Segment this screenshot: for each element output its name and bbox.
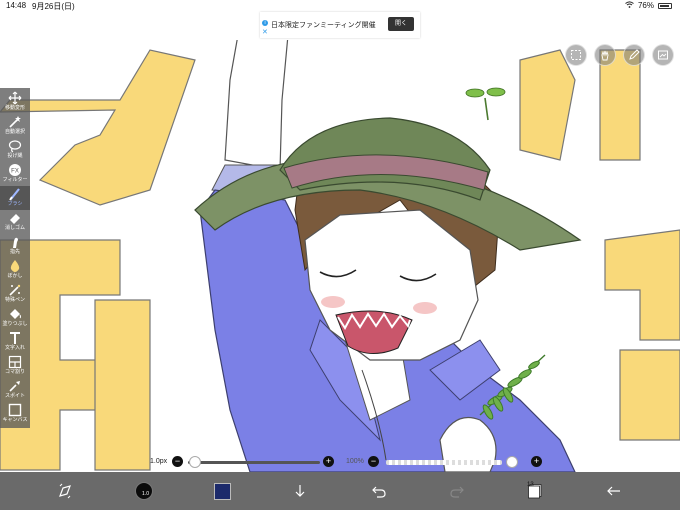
tool-smudge[interactable]: 指先: [0, 234, 30, 258]
raised-arm: [224, 40, 289, 171]
tool-label: 自動選択: [4, 129, 25, 135]
text-tool-icon: [10, 332, 20, 344]
artwork: [0, 40, 680, 472]
bottom-toolbar: 1.0 13: [0, 472, 680, 510]
svg-text:FX: FX: [11, 169, 19, 175]
ad-open-button[interactable]: 開く: [388, 17, 414, 31]
brush-icon: [9, 188, 20, 201]
tool-blur[interactable]: ぼかし: [0, 258, 30, 282]
battery-icon: [658, 2, 672, 9]
canvas-top-tools: [565, 44, 674, 66]
filter-fx-icon: FX: [9, 164, 21, 176]
opacity-slider-knob[interactable]: [506, 456, 518, 468]
opacity-slider-track[interactable]: [386, 460, 502, 465]
status-time: 14:48: [6, 1, 27, 10]
tool-eraser[interactable]: 消しゴム: [0, 210, 30, 234]
hand-icon[interactable]: [594, 44, 616, 66]
blur-drop-icon: [10, 260, 20, 272]
status-date: 9月26日(日): [32, 2, 75, 11]
layers-icon[interactable]: 13: [522, 478, 548, 504]
tool-special-pen[interactable]: 特殊ペン: [0, 282, 30, 306]
eraser-icon: [10, 214, 20, 224]
size-increase-button[interactable]: +: [323, 456, 334, 467]
opacity-decrease-button[interactable]: −: [368, 456, 379, 467]
move-icon: [8, 91, 22, 105]
magic-wand-icon: [9, 116, 21, 128]
close-icon[interactable]: ✕: [262, 29, 268, 36]
tool-label: スポイト: [4, 393, 25, 399]
status-indicators: 76%: [625, 1, 672, 10]
tool-lasso[interactable]: 投げ縄: [0, 138, 30, 162]
color-swatch-button[interactable]: [209, 478, 235, 504]
ad-text[interactable]: 日本限定ファンミーティング開催: [271, 20, 376, 30]
undo-icon[interactable]: [366, 478, 392, 504]
wifi-icon: [625, 1, 634, 10]
tool-label: フィルター: [2, 177, 28, 183]
sprout: [484, 97, 489, 121]
pen-pressure-icon[interactable]: [623, 44, 645, 66]
tool-label: 文字入れ: [4, 345, 25, 351]
tool-text[interactable]: 文字入れ: [0, 330, 30, 354]
tool-filter[interactable]: FX フィルター: [0, 162, 30, 186]
brush-size-badge: 1.0: [135, 482, 153, 500]
opacity-value: 100%: [346, 458, 364, 465]
download-icon[interactable]: [287, 478, 313, 504]
tool-label: コマ割り: [4, 369, 25, 375]
tool-label: キャンバス: [2, 417, 28, 423]
tool-label: 消しゴム: [4, 225, 25, 231]
tool-label: 塗りつぶし: [2, 321, 28, 327]
export-icon[interactable]: [652, 44, 674, 66]
fill-bucket-icon: [10, 309, 21, 319]
tool-label: 指先: [9, 249, 20, 255]
brush-preview[interactable]: 1.0: [131, 478, 157, 504]
eyedropper-icon: [9, 381, 20, 392]
tool-canvas[interactable]: キャンバス: [0, 402, 30, 426]
color-swatch: [213, 482, 231, 500]
lasso-icon: [8, 140, 22, 153]
size-slider-track[interactable]: [188, 461, 320, 464]
info-icon[interactable]: i: [262, 20, 268, 26]
size-slider-knob[interactable]: [189, 456, 201, 468]
special-pen-icon: [9, 284, 21, 296]
tool-label: 特殊ペン: [4, 297, 25, 303]
opacity-increase-button[interactable]: +: [531, 456, 542, 467]
brush-sliders: 1.0px − + 100% − +: [148, 454, 548, 470]
tool-label: 投げ縄: [7, 153, 23, 159]
tool-label: 移動変形: [4, 105, 25, 111]
status-bar: 14:48 9月26日(日) 76%: [0, 0, 680, 12]
smudge-icon: [13, 237, 18, 248]
tool-auto-select[interactable]: 自動選択: [0, 114, 30, 138]
tool-eyedropper[interactable]: スポイト: [0, 378, 30, 402]
size-decrease-button[interactable]: −: [172, 456, 183, 467]
drawing-canvas[interactable]: [0, 40, 680, 472]
battery-percent: 76%: [637, 1, 654, 10]
tool-brush[interactable]: ブラシ: [0, 186, 30, 210]
tool-fill[interactable]: 塗りつぶし: [0, 306, 30, 330]
tool-sidebar: 移動変形 自動選択 投げ縄 FX フィルター ブラシ 消しゴム 指先 ぼかし 特…: [0, 88, 30, 428]
tool-frame[interactable]: コマ割り: [0, 354, 30, 378]
frame-divider-icon: [8, 355, 22, 369]
tool-label: ブラシ: [7, 201, 23, 207]
selection-icon[interactable]: [565, 44, 587, 66]
brush-size-value: 1.0px: [150, 458, 168, 465]
tool-move[interactable]: 移動変形: [0, 90, 30, 114]
redo-icon[interactable]: [444, 478, 470, 504]
layer-count: 13: [527, 482, 534, 488]
back-icon[interactable]: [601, 478, 627, 504]
tool-label: ぼかし: [7, 273, 23, 279]
ad-banner[interactable]: i ✕ 日本限定ファンミーティング開催 開く: [260, 12, 420, 38]
canvas-icon: [8, 403, 22, 417]
transform-icon[interactable]: [52, 478, 78, 504]
